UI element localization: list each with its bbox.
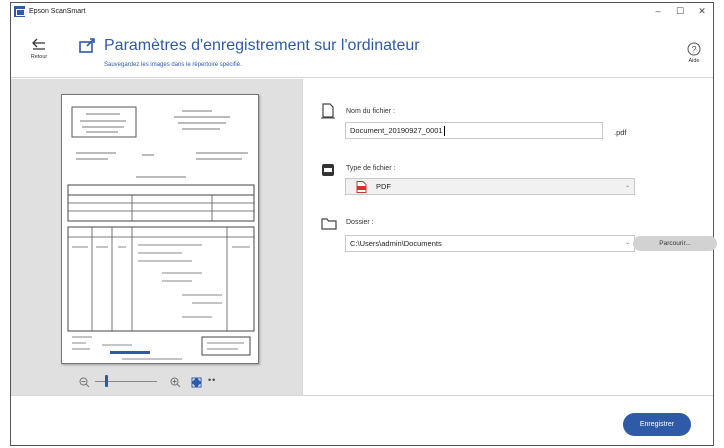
save-button[interactable]: Enregistrer [623, 413, 691, 436]
help-button[interactable]: ? Aide [684, 42, 704, 64]
zoom-in-button[interactable] [170, 375, 181, 393]
back-button[interactable]: Retour [24, 38, 54, 60]
back-arrow-icon [32, 38, 45, 50]
file-extension: .pdf [614, 128, 627, 137]
zoom-out-icon [79, 377, 90, 388]
close-button[interactable]: ✕ [691, 3, 713, 20]
app-logo-icon [14, 6, 25, 17]
browse-button[interactable]: Parcourir... [633, 236, 717, 251]
file-name-input[interactable]: Document_20190927_0001 [345, 122, 603, 139]
file-name-value: Document_20190927_0001 [350, 126, 443, 135]
chevron-down-icon: ⌄ [624, 183, 630, 189]
save-to-computer-icon [78, 36, 98, 59]
page-title: Paramètres d'enregistrement sur l'ordina… [104, 37, 420, 54]
folder-value: C:\Users\admin\Documents [350, 239, 442, 248]
app-title: Epson ScanSmart [29, 8, 86, 15]
fit-page-icon [191, 377, 202, 388]
document-thumbnail [67, 106, 255, 360]
file-type-select[interactable]: PDF ⌄ [345, 178, 635, 195]
file-type-value: PDF [376, 182, 391, 191]
file-icon [321, 103, 335, 124]
maximize-button[interactable]: ☐ [669, 3, 691, 20]
help-label: Aide [688, 58, 700, 64]
folder-label: Dossier : [346, 219, 374, 226]
back-label: Retour [30, 54, 48, 60]
zoom-toolbar: •• [11, 370, 302, 392]
preview-panel: •• [11, 79, 302, 395]
fit-page-button[interactable] [191, 375, 202, 388]
help-icon: ? [687, 42, 701, 56]
file-type-label: Type de fichier : [346, 165, 396, 172]
folder-icon [321, 217, 337, 235]
zoom-out-button[interactable] [79, 375, 90, 393]
window-controls: – ☐ ✕ [647, 3, 713, 20]
pdf-icon [356, 181, 367, 198]
title-bar: Epson ScanSmart – ☐ ✕ [11, 3, 713, 20]
document-preview [61, 94, 259, 364]
header: Retour Paramètres d'enregistrement sur l… [11, 20, 713, 78]
svg-text:?: ? [691, 45, 696, 55]
more-options-button[interactable]: •• [208, 375, 216, 386]
footer-bar: Enregistrer [11, 395, 713, 447]
text-cursor [443, 126, 445, 137]
file-name-label: Nom du fichier : [346, 108, 396, 115]
file-type-icon [321, 163, 335, 182]
minimize-button[interactable]: – [647, 3, 669, 20]
zoom-in-icon [170, 377, 181, 388]
zoom-slider-thumb[interactable] [105, 375, 108, 387]
chevron-down-icon: ⌄ [624, 240, 630, 246]
app-window: Epson ScanSmart – ☐ ✕ Retour Paramètres … [10, 2, 717, 447]
page-subtitle: Sauvegardez les images dans le répertoir… [104, 62, 242, 68]
folder-select[interactable]: C:\Users\admin\Documents ⌄ [345, 235, 635, 252]
